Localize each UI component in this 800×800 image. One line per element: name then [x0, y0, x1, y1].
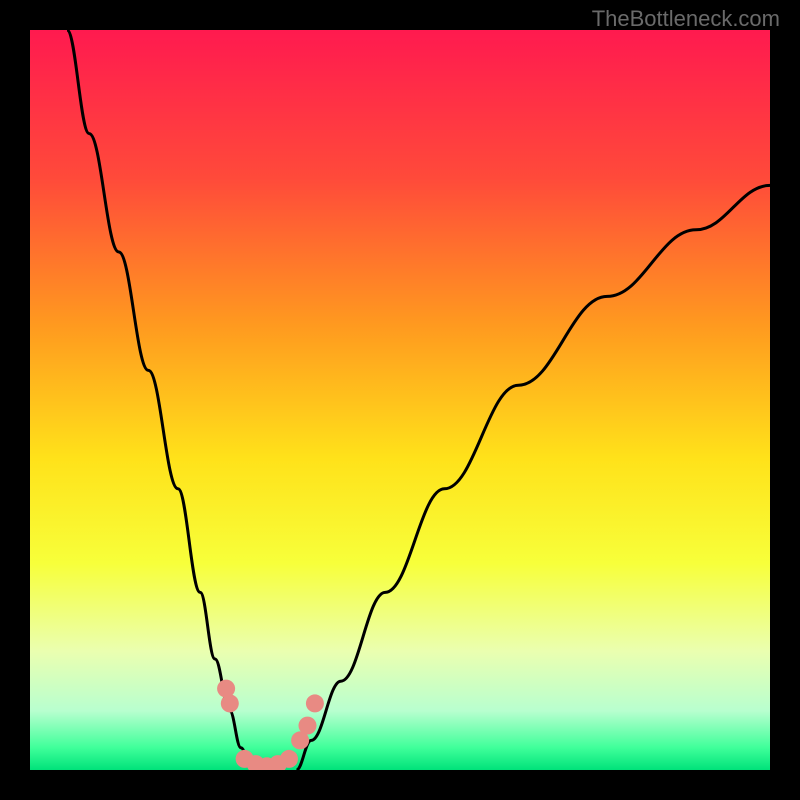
chart-area: [30, 30, 770, 770]
watermark-text: TheBottleneck.com: [592, 6, 780, 32]
marker-dot: [280, 750, 298, 768]
marker-dot: [299, 717, 317, 735]
marker-dot: [221, 694, 239, 712]
left-curve-line: [67, 30, 252, 770]
right-curve-line: [296, 185, 770, 770]
curve-overlay: [30, 30, 770, 770]
marker-dot: [306, 694, 324, 712]
